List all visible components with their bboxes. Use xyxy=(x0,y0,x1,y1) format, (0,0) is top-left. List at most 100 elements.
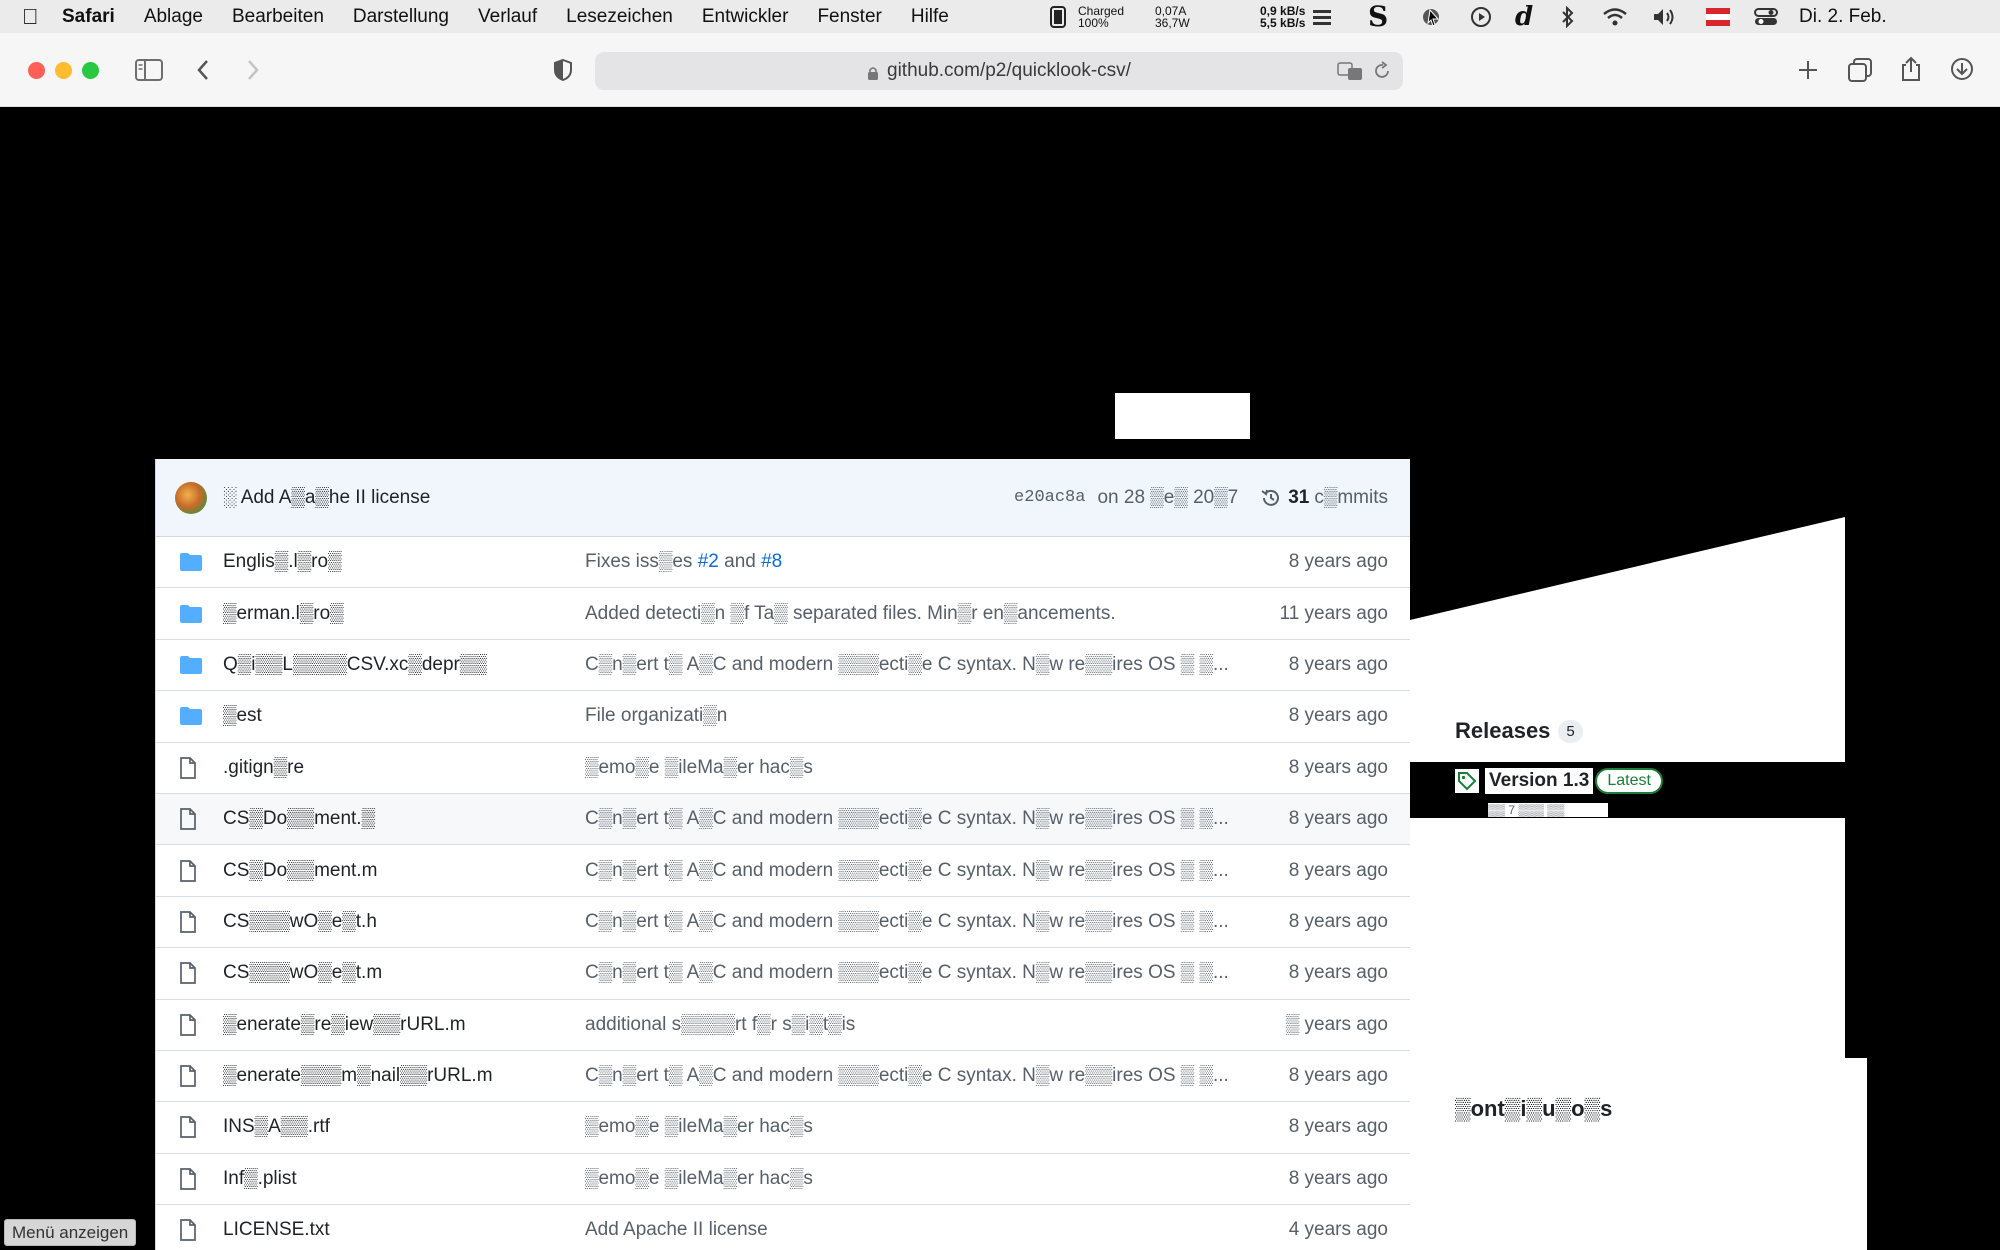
reload-icon[interactable] xyxy=(1373,61,1391,87)
commit-message-link[interactable]: C▒n▒ert t▒ A▒C and modern ▒▒▒ecti▒e C sy… xyxy=(585,1065,1227,1087)
table-row[interactable]: Inf▒.plist ▒emo▒e ▒ileMa▒er hac▒s 8 years … xyxy=(156,1154,1410,1206)
file-name-link[interactable]: INS▒A▒▒.rtf xyxy=(223,1116,585,1138)
table-row[interactable]: CS▒Do▒▒ment.▒ C▒n▒ert t▒ A▒C and modern ▒… xyxy=(156,793,1410,846)
table-row[interactable]: ▒enerate▒re▒iew▒▒rURL.m additional s▒▒▒▒r… xyxy=(156,1000,1410,1051)
wifi-icon[interactable] xyxy=(1602,0,1628,33)
network-status[interactable]: 0,9 kB/s 5,5 kB/s xyxy=(1260,0,1333,33)
battery-status[interactable]: Charged 100% xyxy=(1048,0,1124,33)
tab-overview-icon[interactable] xyxy=(1848,58,1872,87)
file-name-link[interactable]: CS▒Do▒▒ment.▒ xyxy=(223,808,585,830)
commit-message-link[interactable]: C▒n▒ert t▒ A▒C and modern ▒▒▒ecti▒e C sy… xyxy=(585,654,1227,676)
commit-age[interactable]: 8 years ago xyxy=(1289,1065,1388,1087)
commit-message-link[interactable]: Fixes iss▒es #2 and #8 xyxy=(585,551,1227,573)
issue-link[interactable]: #8 xyxy=(761,551,782,572)
menu-fenster[interactable]: Fenster xyxy=(817,6,881,28)
commit-date[interactable]: on 28 ▒e▒ 20▒7 xyxy=(1097,487,1238,509)
menubar-clock[interactable]: Di. 2. Feb. xyxy=(1799,0,1887,33)
file-name-link[interactable]: CS▒Do▒▒ment.m xyxy=(223,860,585,882)
commits-link[interactable]: 31 c▒mmits xyxy=(1260,487,1388,509)
table-row[interactable]: LICENSE.txt Add Apache II license 4 years … xyxy=(156,1205,1410,1250)
commit-message-link[interactable]: ▒emo▒e ▒ileMa▒er hac▒s xyxy=(585,1168,1227,1190)
commit-age[interactable]: 8 years ago xyxy=(1289,705,1388,727)
commit-age[interactable]: 8 years ago xyxy=(1289,757,1388,779)
control-center-icon[interactable] xyxy=(1754,0,1778,33)
table-row[interactable]: .gitign▒re ▒emo▒e ▒ileMa▒er hac▒s 8 years … xyxy=(156,743,1410,794)
apple-menu-icon[interactable]:  xyxy=(22,4,62,30)
play-icon[interactable] xyxy=(1470,0,1492,33)
table-row[interactable]: CS▒▒▒wO▒e▒t.m C▒n▒ert t▒ A▒C and modern ▒… xyxy=(156,948,1410,1000)
s-app-icon[interactable]: S xyxy=(1368,0,1388,33)
file-name-link[interactable]: ▒enerate▒▒▒m▒nail▒▒rURL.m xyxy=(223,1065,585,1087)
release-title[interactable]: Version 1.3 xyxy=(1485,768,1594,794)
commit-message-link[interactable]: C▒n▒ert t▒ A▒C and modern ▒▒▒ecti▒e C sy… xyxy=(585,962,1227,984)
commit-age[interactable]: 8 years ago xyxy=(1289,962,1388,984)
commit-age[interactable]: 8 years ago xyxy=(1289,808,1388,830)
table-row[interactable]: Englis▒.l▒ro▒ Fixes iss▒es #2 and #8 8 yea… xyxy=(156,537,1410,589)
commit-age[interactable]: ▒ years ago xyxy=(1286,1014,1388,1036)
file-name-link[interactable]: ▒erman.l▒ro▒ xyxy=(223,603,585,625)
forward-chevron-icon[interactable] xyxy=(245,58,261,87)
commit-message-link[interactable]: Add Apache II license xyxy=(585,1219,1227,1241)
zoom-window-button[interactable] xyxy=(82,62,99,79)
input-source-flag-icon[interactable] xyxy=(1706,0,1730,33)
avatar[interactable] xyxy=(175,481,207,514)
file-name-link[interactable]: Inf▒.plist xyxy=(223,1168,585,1190)
downloads-icon[interactable] xyxy=(1950,57,1974,86)
commit-age[interactable]: 11 years ago xyxy=(1280,603,1388,625)
table-row[interactable]: ▒enerate▒▒▒m▒nail▒▒rURL.m C▒n▒ert t▒ A▒C … xyxy=(156,1051,1410,1103)
table-row[interactable]: ▒est File organizati▒n 8 years ago xyxy=(156,691,1410,743)
commit-message-link[interactable]: Added detecti▒n ▒f Ta▒ separated files. … xyxy=(585,603,1227,625)
commit-message-link[interactable]: C▒n▒ert t▒ A▒C and modern ▒▒▒ecti▒e C sy… xyxy=(585,808,1227,830)
menu-ablage[interactable]: Ablage xyxy=(144,6,203,28)
commit-age[interactable]: 8 years ago xyxy=(1289,1116,1388,1138)
file-name-link[interactable]: .gitign▒re xyxy=(223,757,585,779)
issue-link[interactable]: #2 xyxy=(698,551,719,572)
contributors-heading[interactable]: ▒ont▒i▒u▒o▒s xyxy=(1455,1096,1612,1122)
file-name-link[interactable]: CS▒▒▒wO▒e▒t.h xyxy=(223,911,585,933)
file-name-link[interactable]: LICENSE.txt xyxy=(223,1219,585,1241)
commit-message-link[interactable]: File organizati▒n xyxy=(585,705,1227,727)
file-name-link[interactable]: ▒enerate▒re▒iew▒▒rURL.m xyxy=(223,1014,585,1036)
power-status[interactable]: 0,07A 36,7W xyxy=(1155,0,1190,33)
menu-darstellung[interactable]: Darstellung xyxy=(353,6,449,28)
file-name-link[interactable]: Englis▒.l▒ro▒ xyxy=(223,551,585,573)
release-item-latest[interactable]: Version 1.3 Latest xyxy=(1455,768,1663,794)
releases-heading[interactable]: Releases 5 xyxy=(1455,718,1583,744)
share-icon[interactable] xyxy=(1900,56,1922,87)
menu-bearbeiten[interactable]: Bearbeiten xyxy=(232,6,324,28)
back-chevron-icon[interactable] xyxy=(195,58,211,87)
commit-message-link[interactable]: ▒emo▒e ▒ileMa▒er hac▒s xyxy=(585,1116,1227,1138)
menu-hilfe[interactable]: Hilfe xyxy=(911,6,949,28)
close-window-button[interactable] xyxy=(28,62,45,79)
sidebar-toggle-icon[interactable] xyxy=(135,58,163,87)
table-row[interactable]: CS▒▒▒wO▒e▒t.h C▒n▒ert t▒ A▒C and modern ▒… xyxy=(156,897,1410,949)
file-name-link[interactable]: CS▒▒▒wO▒e▒t.m xyxy=(223,962,585,984)
commit-sha[interactable]: e20ac8a xyxy=(1014,488,1085,507)
minimize-window-button[interactable] xyxy=(55,62,72,79)
new-tab-plus-icon[interactable] xyxy=(1797,59,1819,86)
menu-entwickler[interactable]: Entwickler xyxy=(702,6,789,28)
translate-icon[interactable] xyxy=(1337,61,1363,87)
bluetooth-icon[interactable] xyxy=(1560,0,1576,33)
commit-message-link[interactable]: additional s▒▒▒▒rt f▒r s▒i▒t▒is xyxy=(585,1014,1227,1036)
commit-message-link[interactable]: C▒n▒ert t▒ A▒C and modern ▒▒▒ecti▒e C sy… xyxy=(585,911,1227,933)
commit-age[interactable]: 8 years ago xyxy=(1289,860,1388,882)
latest-commit-message[interactable]: ░ Add A▒a▒he II license xyxy=(223,487,1014,509)
menu-app-safari[interactable]: Safari xyxy=(62,6,115,28)
dictionary-icon[interactable]: d xyxy=(1515,0,1533,33)
menu-lesezeichen[interactable]: Lesezeichen xyxy=(566,6,673,28)
address-bar[interactable]: github.com/p2/quicklook-csv/ xyxy=(595,52,1403,90)
privacy-shield-icon[interactable] xyxy=(553,58,573,87)
table-row[interactable]: Q▒i▒▒L▒▒▒▒CSV.xc▒depr▒▒ C▒n▒ert t▒ A▒C an… xyxy=(156,640,1410,692)
file-name-link[interactable]: Q▒i▒▒L▒▒▒▒CSV.xc▒depr▒▒ xyxy=(223,654,585,676)
menu-verlauf[interactable]: Verlauf xyxy=(478,6,537,28)
commit-age[interactable]: 8 years ago xyxy=(1289,1168,1388,1190)
commit-age[interactable]: 8 years ago xyxy=(1289,911,1388,933)
commit-age[interactable]: 8 years ago xyxy=(1289,654,1388,676)
commit-message-link[interactable]: ▒emo▒e ▒ileMa▒er hac▒s xyxy=(585,757,1227,779)
commit-age[interactable]: 4 years ago xyxy=(1289,1219,1388,1241)
table-row[interactable]: INS▒A▒▒.rtf ▒emo▒e ▒ileMa▒er hac▒s 8 years… xyxy=(156,1102,1410,1154)
commit-message-link[interactable]: C▒n▒ert t▒ A▒C and modern ▒▒▒ecti▒e C sy… xyxy=(585,860,1227,882)
commit-age[interactable]: 8 years ago xyxy=(1289,551,1388,573)
table-row[interactable]: ▒erman.l▒ro▒ Added detecti▒n ▒f Ta▒ separ… xyxy=(156,588,1410,640)
